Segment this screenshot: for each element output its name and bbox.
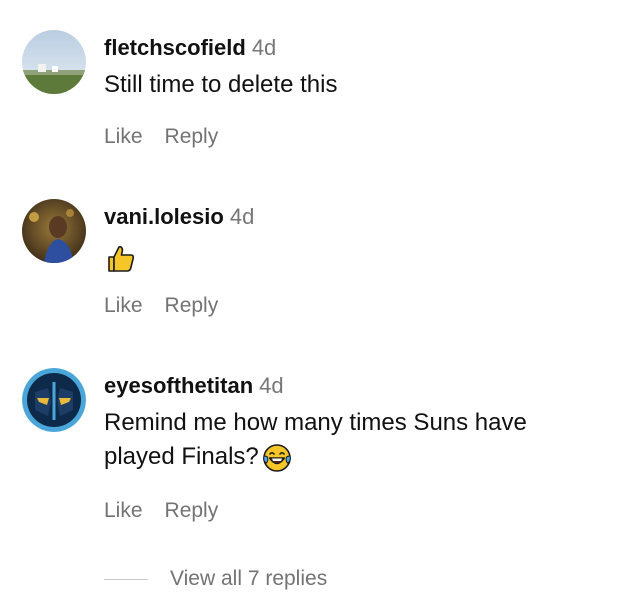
comment-text: Remind me how many times Suns have playe… — [104, 406, 604, 474]
titan-helmet-avatar-icon — [22, 368, 86, 432]
timestamp: 4d — [251, 35, 277, 60]
comment-actions: Like Reply — [104, 293, 218, 319]
comment-header: eyesofthetitan 4d — [104, 372, 284, 400]
person-avatar-icon — [22, 199, 86, 263]
laughing-tears-emoji — [261, 442, 293, 474]
reply-button[interactable]: Reply — [165, 125, 219, 148]
username[interactable]: fletchscofield — [104, 35, 246, 60]
like-button[interactable]: Like — [104, 294, 143, 317]
username[interactable]: vani.lolesio — [104, 204, 224, 229]
avatar[interactable] — [22, 368, 86, 432]
avatar[interactable] — [22, 199, 86, 263]
comment-text: Still time to delete this — [104, 71, 338, 98]
comment-actions: Like Reply — [104, 124, 218, 150]
comment-text — [104, 240, 624, 274]
reply-button[interactable]: Reply — [165, 499, 219, 522]
like-button[interactable]: Like — [104, 125, 143, 148]
view-replies-toggle[interactable]: View all 7 replies — [104, 565, 327, 593]
comment-header: fletchscofield 4d — [104, 34, 276, 62]
like-button[interactable]: Like — [104, 499, 143, 522]
view-replies-divider — [104, 578, 148, 580]
timestamp: 4d — [259, 373, 284, 398]
avatar[interactable] — [22, 30, 86, 94]
view-replies-label[interactable]: View all 7 replies — [170, 567, 327, 590]
username[interactable]: eyesofthetitan — [104, 373, 253, 398]
comment-actions: Like Reply — [104, 498, 218, 524]
timestamp: 4d — [229, 204, 255, 229]
thumbs-up-emoji — [104, 242, 136, 274]
comment-header: vani.lolesio 4d — [104, 203, 254, 231]
comment-text-content: Remind me how many times Suns have playe… — [104, 409, 527, 470]
reply-button[interactable]: Reply — [165, 294, 219, 317]
landscape-avatar-icon — [22, 30, 86, 94]
